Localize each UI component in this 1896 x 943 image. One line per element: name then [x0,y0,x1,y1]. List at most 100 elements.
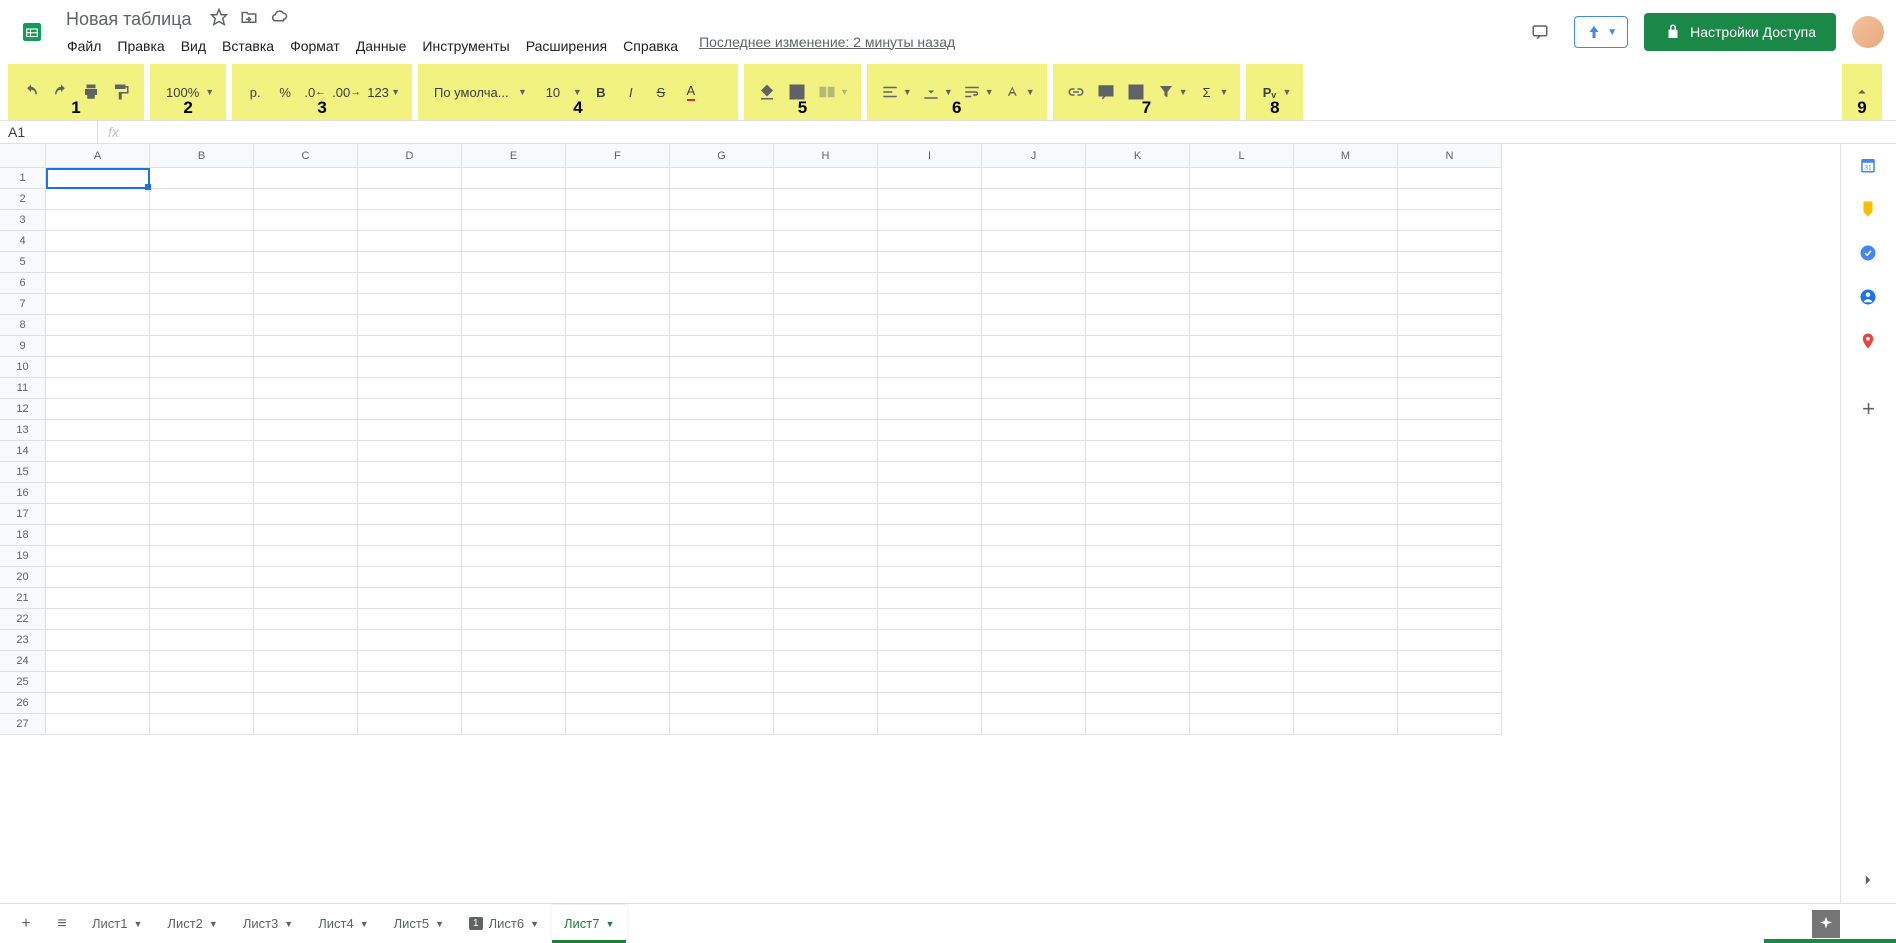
cell[interactable] [46,357,150,378]
cell[interactable] [1398,210,1502,231]
cell[interactable] [878,168,982,189]
cell[interactable] [1086,357,1190,378]
cell[interactable] [982,231,1086,252]
cell[interactable] [566,462,670,483]
cell[interactable] [254,693,358,714]
cell[interactable] [46,504,150,525]
menu-edit[interactable]: Правка [110,34,171,58]
cell[interactable] [774,210,878,231]
cell[interactable] [358,210,462,231]
cell[interactable] [254,315,358,336]
cell[interactable] [774,672,878,693]
cell[interactable] [150,609,254,630]
insert-link-icon[interactable] [1063,78,1089,106]
cell[interactable] [1086,399,1190,420]
cell[interactable] [1190,189,1294,210]
cell[interactable] [46,420,150,441]
cell[interactable] [566,672,670,693]
cell[interactable] [1398,546,1502,567]
row-header[interactable]: 3 [0,210,46,231]
cell[interactable] [46,693,150,714]
menu-extensions[interactable]: Расширения [519,34,614,58]
cell[interactable] [982,252,1086,273]
cell[interactable] [462,462,566,483]
cell[interactable] [982,714,1086,735]
cell[interactable] [358,483,462,504]
sheet-tab[interactable]: 1Лист6▼ [457,905,552,943]
cell[interactable] [1294,336,1398,357]
cell[interactable] [46,630,150,651]
cell[interactable] [670,567,774,588]
cell[interactable] [462,399,566,420]
cell[interactable] [982,567,1086,588]
cell[interactable] [358,252,462,273]
cell[interactable] [46,672,150,693]
font-selector[interactable]: По умолча... [428,78,518,106]
cell[interactable] [150,504,254,525]
column-header[interactable]: M [1294,144,1398,168]
cell[interactable] [254,483,358,504]
cell[interactable] [1294,525,1398,546]
cell[interactable] [670,189,774,210]
menu-view[interactable]: Вид [174,34,213,58]
cell[interactable] [150,567,254,588]
row-header[interactable]: 27 [0,714,46,735]
cell[interactable] [150,252,254,273]
cell[interactable] [150,651,254,672]
row-header[interactable]: 24 [0,651,46,672]
cell[interactable] [1190,588,1294,609]
cell[interactable] [670,714,774,735]
cell[interactable] [878,420,982,441]
cell[interactable] [46,399,150,420]
row-header[interactable]: 22 [0,609,46,630]
cell[interactable] [878,630,982,651]
cell[interactable] [1086,378,1190,399]
cell[interactable] [774,651,878,672]
cell[interactable] [774,525,878,546]
cell[interactable] [46,483,150,504]
cell[interactable] [1398,252,1502,273]
increase-decimal-icon[interactable]: .00→ [332,78,361,106]
last-edit-link[interactable]: Последнее изменение: 2 минуты назад [699,34,955,58]
cell[interactable] [878,651,982,672]
cell[interactable] [46,336,150,357]
cell[interactable] [358,315,462,336]
cell[interactable] [1294,420,1398,441]
cell[interactable] [358,693,462,714]
cell[interactable] [982,189,1086,210]
cell[interactable] [46,294,150,315]
currency-button[interactable]: р. [242,78,268,106]
column-header[interactable]: B [150,144,254,168]
menu-data[interactable]: Данные [349,34,414,58]
cell[interactable] [1086,630,1190,651]
cell[interactable] [1190,273,1294,294]
cell[interactable] [1086,462,1190,483]
row-header[interactable]: 11 [0,378,46,399]
cell[interactable] [566,399,670,420]
cell[interactable] [1190,336,1294,357]
cell[interactable] [878,546,982,567]
horizontal-align-icon[interactable] [877,78,903,106]
cell[interactable] [774,546,878,567]
cell[interactable] [1086,441,1190,462]
cell[interactable] [878,504,982,525]
cell[interactable] [1294,399,1398,420]
cell[interactable] [46,714,150,735]
cell[interactable] [1086,273,1190,294]
cell[interactable] [150,546,254,567]
row-header[interactable]: 15 [0,462,46,483]
cell[interactable] [150,189,254,210]
row-header[interactable]: 25 [0,672,46,693]
avatar[interactable] [1852,16,1884,48]
cell[interactable] [670,546,774,567]
cell[interactable] [1190,168,1294,189]
cell[interactable] [982,609,1086,630]
cell[interactable] [150,441,254,462]
cell[interactable] [358,630,462,651]
cell[interactable] [462,567,566,588]
row-header[interactable]: 21 [0,588,46,609]
cell[interactable] [254,399,358,420]
cell[interactable] [1190,504,1294,525]
cell[interactable] [566,651,670,672]
cell[interactable] [46,651,150,672]
